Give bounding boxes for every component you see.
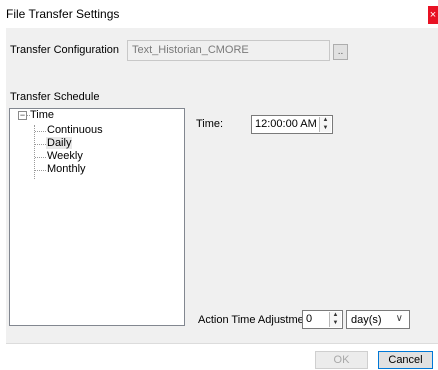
unit-selected-value: day(s): [351, 314, 382, 326]
title-bar[interactable]: File Transfer Settings ×: [0, 0, 438, 28]
cancel-button[interactable]: Cancel: [378, 351, 433, 369]
time-value: 12:00:00 AM: [255, 118, 317, 130]
tree-node-time[interactable]: Time: [30, 109, 54, 121]
unit-dropdown[interactable]: day(s) ∨: [346, 310, 410, 329]
close-icon: ×: [429, 9, 437, 21]
spin-up-icon[interactable]: ▲: [320, 117, 331, 125]
tree-connector: [35, 144, 46, 145]
schedule-tree[interactable]: − Time Continuous Daily Weekly Monthly: [9, 108, 185, 326]
time-picker[interactable]: 12:00:00 AM ▲ ▼: [251, 115, 333, 134]
tree-collapse-icon[interactable]: −: [18, 111, 27, 120]
time-spinner[interactable]: ▲ ▼: [319, 117, 331, 132]
time-label: Time:: [196, 118, 224, 130]
tree-connector: [35, 170, 46, 171]
spin-up-icon[interactable]: ▲: [330, 312, 341, 320]
spin-down-icon[interactable]: ▼: [330, 320, 341, 328]
window-title: File Transfer Settings: [6, 7, 120, 21]
close-button[interactable]: ×: [428, 6, 438, 24]
chevron-down-icon: ∨: [395, 313, 403, 324]
file-transfer-settings-dialog: File Transfer Settings × Transfer Config…: [0, 0, 438, 370]
browse-configuration-button[interactable]: ..: [333, 44, 348, 60]
dialog-body: Transfer Configuration Text_Historian_CM…: [6, 28, 438, 343]
ok-button[interactable]: OK: [315, 351, 368, 369]
transfer-configuration-label: Transfer Configuration: [10, 44, 120, 56]
action-time-adjustment-value: 0: [306, 313, 313, 325]
tree-node-continuous[interactable]: Continuous: [47, 124, 103, 136]
footer-divider: [6, 343, 438, 344]
action-time-adjustment-input[interactable]: 0 ▲ ▼: [302, 310, 343, 329]
tree-connector: [35, 157, 46, 158]
tree-node-weekly[interactable]: Weekly: [47, 150, 83, 162]
action-time-adjustment-label: Action Time Adjustment:: [198, 314, 316, 326]
adjustment-spinner[interactable]: ▲ ▼: [329, 312, 341, 327]
tree-node-daily[interactable]: Daily: [46, 137, 73, 149]
tree-connector: [35, 131, 46, 132]
spin-down-icon[interactable]: ▼: [320, 125, 331, 133]
transfer-configuration-field[interactable]: Text_Historian_CMORE: [127, 40, 330, 61]
transfer-schedule-label: Transfer Schedule: [10, 91, 100, 103]
tree-node-monthly[interactable]: Monthly: [47, 163, 86, 175]
